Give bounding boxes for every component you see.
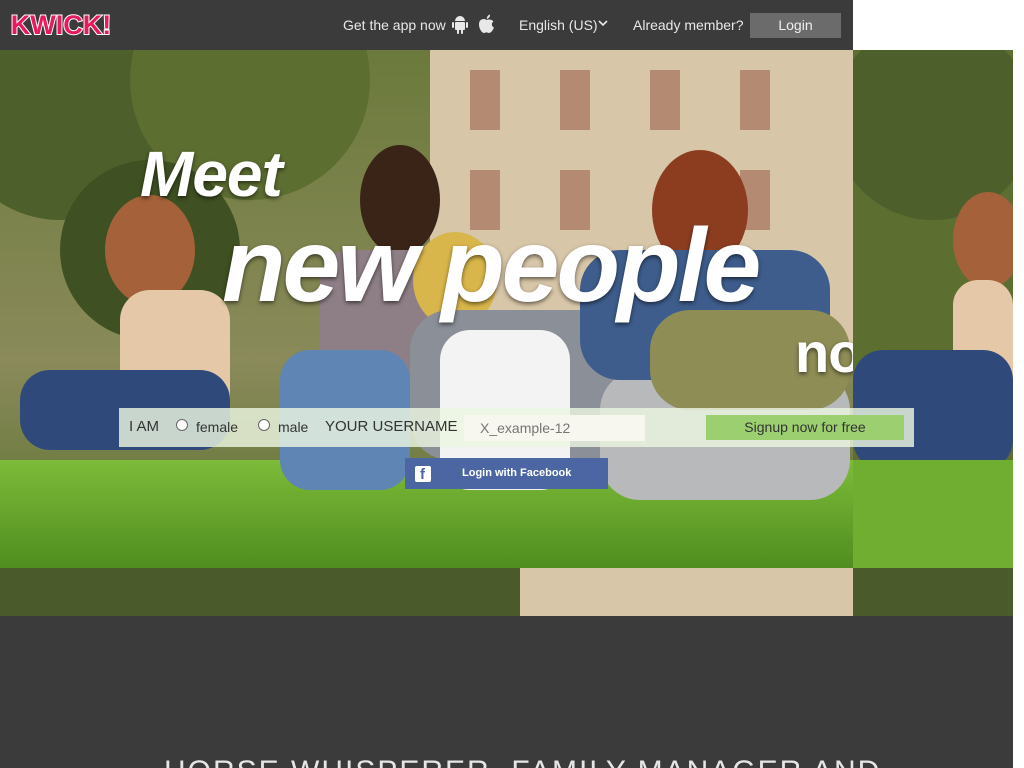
get-app-label: Get the app now — [343, 17, 446, 33]
facebook-icon: f — [415, 466, 431, 483]
apple-icon[interactable] — [478, 14, 495, 34]
hero-background-repeat — [853, 50, 1013, 616]
chevron-down-icon[interactable] — [598, 19, 608, 27]
language-selector[interactable]: English (US) — [519, 17, 598, 33]
top-navigation-bar: KWICK! Get the app now English (US) Alre… — [0, 0, 853, 50]
i-am-label: I AM — [129, 418, 160, 435]
headline-meet: Meet — [140, 138, 283, 210]
already-member-label: Already member? — [633, 17, 744, 33]
signup-form: I AM female male YOUR USERNAME Signup no… — [119, 408, 914, 447]
username-input[interactable] — [464, 415, 645, 441]
facebook-login-label: Login with Facebook — [462, 467, 572, 479]
android-icon[interactable] — [452, 15, 468, 34]
content-section: HORSE WHISPERER, FAMILY MANAGER AND — [0, 616, 1013, 768]
signup-button[interactable]: Signup now for free — [706, 415, 904, 440]
gender-female-radio[interactable] — [176, 419, 188, 431]
section-title: HORSE WHISPERER, FAMILY MANAGER AND — [164, 756, 881, 768]
username-label: YOUR USERNAME — [325, 418, 458, 435]
gender-female-label[interactable]: female — [196, 419, 238, 436]
login-button[interactable]: Login — [750, 13, 841, 38]
kwick-logo[interactable]: KWICK! — [10, 7, 112, 41]
logo-text: KWICK! — [11, 10, 111, 40]
gender-male-label[interactable]: male — [278, 419, 308, 436]
page-scrollbar[interactable] — [1013, 0, 1024, 768]
gender-male-radio[interactable] — [258, 419, 270, 431]
facebook-login-button[interactable]: f Login with Facebook — [405, 458, 608, 489]
headline-new-people: new people — [222, 208, 761, 324]
